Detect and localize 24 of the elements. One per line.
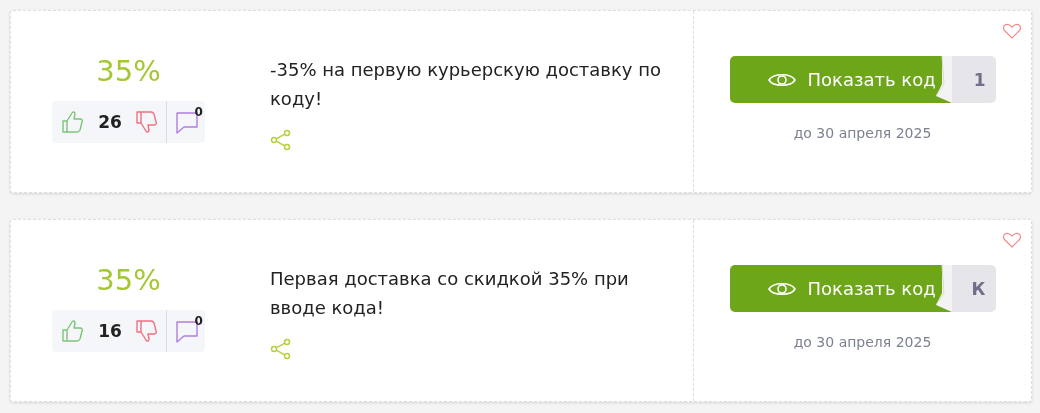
expiry-date: до 30 апреля 2025 xyxy=(793,125,932,141)
offer-description: Первая доставка со скидкой 35% при вводе кода! xyxy=(270,267,630,320)
page-fold-icon xyxy=(935,265,952,312)
vote-count: 16 xyxy=(98,321,122,341)
share-icon[interactable] xyxy=(270,338,292,360)
code-preview: 1 xyxy=(951,56,996,103)
thumbs-down-icon[interactable] xyxy=(133,109,158,135)
comment-count: 0 xyxy=(194,314,203,328)
page-fold-icon xyxy=(935,56,952,103)
heart-icon[interactable] xyxy=(1003,232,1021,248)
expiry-date: до 30 апреля 2025 xyxy=(793,334,932,350)
share-icon[interactable] xyxy=(270,129,292,151)
discount-value: 35% xyxy=(96,57,161,86)
show-code-button[interactable]: Показать код xyxy=(729,265,952,312)
discount-value: 35% xyxy=(96,266,161,295)
vote-count: 26 xyxy=(98,112,122,132)
thumbs-up-icon[interactable] xyxy=(60,109,85,135)
code-preview: К xyxy=(951,265,996,312)
offer-description: -35% на первую курьерскую доставку по коду! xyxy=(270,58,662,111)
thumbs-up-icon[interactable] xyxy=(60,318,85,344)
show-code-button[interactable]: Показать код xyxy=(729,56,952,103)
thumbs-down-icon[interactable] xyxy=(133,318,158,344)
heart-icon[interactable] xyxy=(1003,23,1021,39)
comment-count: 0 xyxy=(194,105,203,119)
